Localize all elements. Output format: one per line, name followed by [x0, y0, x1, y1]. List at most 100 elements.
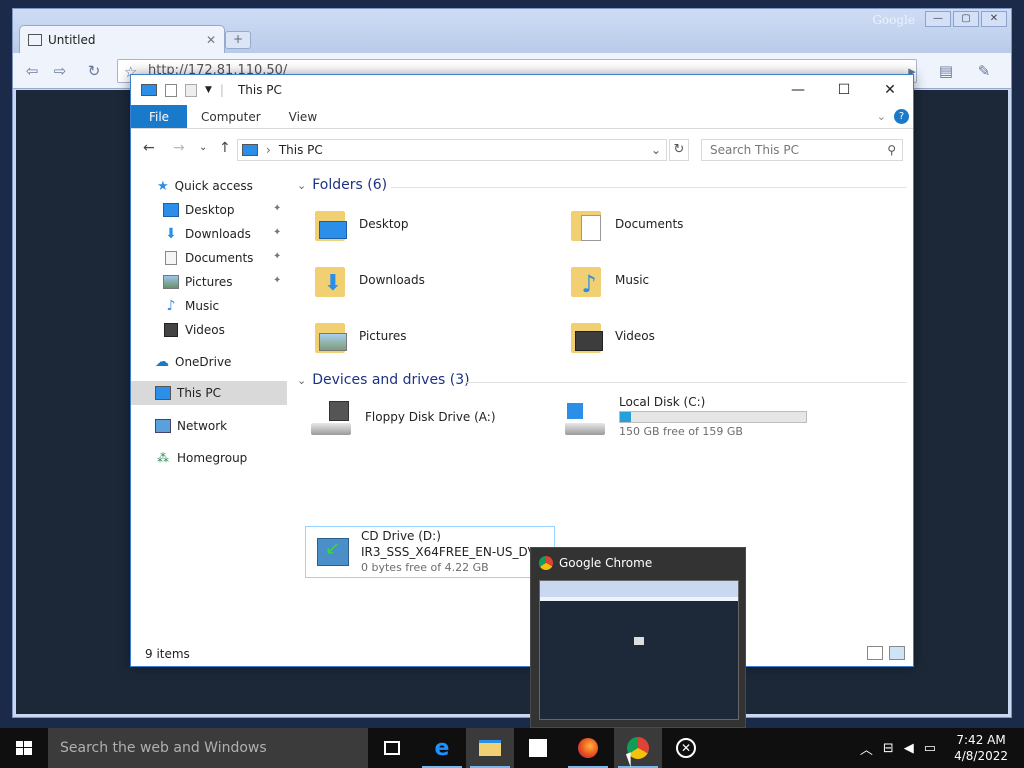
- breadcrumb-chevron-icon[interactable]: ›: [266, 143, 271, 157]
- section-divider: [391, 187, 907, 188]
- reload-icon[interactable]: ↻: [83, 61, 105, 81]
- folder-icon: ♪: [571, 263, 605, 297]
- properties-icon[interactable]: [165, 83, 177, 97]
- search-icon[interactable]: ⚲: [887, 140, 896, 160]
- taskbar-thumbnail[interactable]: Google Chrome: [530, 547, 746, 728]
- minimize-icon[interactable]: —: [925, 11, 951, 27]
- folder-videos[interactable]: Videos: [571, 319, 655, 353]
- tab-view[interactable]: View: [275, 105, 331, 128]
- folder-pictures[interactable]: Pictures: [315, 319, 407, 353]
- sidebar-item-label: Pictures: [185, 275, 233, 289]
- expand-ribbon-icon[interactable]: ⌄: [877, 110, 886, 123]
- show-hidden-icons-icon[interactable]: ︿: [860, 739, 873, 758]
- folder-label: Pictures: [359, 329, 407, 343]
- thumbnail-preview[interactable]: [539, 580, 739, 720]
- sidebar-item-desktop[interactable]: Desktop: [163, 199, 235, 221]
- sidebar-item-homegroup[interactable]: ⁂ Homegroup: [155, 447, 247, 469]
- forward-icon[interactable]: ⇨: [49, 61, 71, 81]
- sidebar-item-this-pc[interactable]: This PC: [155, 382, 221, 404]
- folder-music[interactable]: ♪ Music: [571, 263, 649, 297]
- close-icon[interactable]: ✕: [981, 11, 1007, 27]
- new-folder-icon[interactable]: [185, 83, 197, 97]
- recent-locations-icon[interactable]: ⌄: [199, 142, 207, 153]
- folder-icon: [315, 319, 349, 353]
- address-field[interactable]: › This PC ⌄: [237, 139, 667, 161]
- clock-date: 4/8/2022: [954, 749, 1008, 763]
- store-button[interactable]: [514, 728, 562, 768]
- refresh-icon[interactable]: ↻: [669, 139, 689, 161]
- tab-computer[interactable]: Computer: [187, 105, 275, 128]
- clock[interactable]: 7:42 AM 4/8/2022: [954, 732, 1008, 764]
- xbox-button[interactable]: ✕: [662, 728, 710, 768]
- sidebar-item-quick-access[interactable]: ★ Quick access: [157, 175, 253, 197]
- page-icon: [28, 33, 42, 46]
- chrome-titlebar: Untitled ✕ + Google — ▢ ✕: [13, 9, 1011, 53]
- firefox-button[interactable]: [564, 728, 612, 768]
- new-tab-button[interactable]: +: [225, 31, 251, 49]
- chevron-down-icon[interactable]: ⌄: [297, 179, 306, 192]
- file-explorer-button[interactable]: [466, 728, 514, 768]
- chevron-down-icon[interactable]: ⌄: [297, 374, 306, 387]
- firefox-icon: [578, 738, 598, 758]
- help-icon[interactable]: ?: [894, 109, 909, 124]
- clock-time: 7:42 AM: [956, 733, 1006, 747]
- edge-button[interactable]: e: [418, 728, 466, 768]
- drive-floppy[interactable]: Floppy Disk Drive (A:): [309, 397, 496, 437]
- folder-documents[interactable]: Documents: [571, 207, 683, 241]
- large-icons-view-icon[interactable]: [889, 646, 905, 660]
- drive-local-disk[interactable]: Local Disk (C:) 150 GB free of 159 GB: [563, 395, 807, 438]
- navigation-pane: ★ Quick access Desktop ✦ ⬇ Downloads ✦ D…: [131, 169, 287, 639]
- computer-icon: [242, 144, 258, 156]
- drive-cd[interactable]: ↙ CD Drive (D:) IR3_SSS_X64FREE_EN-US_DV…: [315, 529, 543, 574]
- up-icon[interactable]: ↑: [219, 140, 231, 156]
- network-icon: [155, 419, 171, 433]
- qat-dropdown-icon[interactable]: ▼: [205, 85, 212, 95]
- back-icon[interactable]: ⇦: [21, 61, 43, 81]
- minimize-icon[interactable]: —: [775, 75, 821, 105]
- chrome-icon: [539, 556, 553, 570]
- folder-downloads[interactable]: ⬇ Downloads: [315, 263, 425, 297]
- sidebar-item-music[interactable]: ♪ Music: [163, 295, 220, 317]
- thumbnail-title: Google Chrome: [559, 556, 653, 570]
- sidebar-item-videos[interactable]: Videos: [163, 319, 225, 341]
- page-menu-icon[interactable]: ▤: [935, 61, 957, 81]
- sidebar-item-network[interactable]: Network: [155, 415, 227, 437]
- sidebar-item-pictures[interactable]: Pictures: [163, 271, 233, 293]
- pin-icon[interactable]: ✦: [273, 275, 281, 286]
- back-icon[interactable]: ←: [143, 140, 155, 156]
- document-icon: [165, 251, 177, 265]
- search-input[interactable]: Search This PC ⚲: [701, 139, 903, 161]
- sidebar-item-documents[interactable]: Documents: [163, 247, 253, 269]
- details-view-icon[interactable]: [867, 646, 883, 660]
- breadcrumb[interactable]: This PC: [279, 143, 323, 157]
- maximize-icon[interactable]: ☐: [821, 75, 867, 105]
- forward-icon[interactable]: →: [173, 140, 185, 156]
- start-button[interactable]: [0, 728, 48, 768]
- pin-icon[interactable]: ✦: [273, 227, 281, 238]
- navigation-bar: ← → ⌄ ↑ › This PC ⌄ ↻ Search This PC ⚲: [131, 129, 913, 167]
- folders-section-header[interactable]: ⌄ Folders (6): [297, 177, 387, 193]
- tab-file[interactable]: File: [131, 105, 187, 128]
- pin-icon[interactable]: ✦: [273, 203, 281, 214]
- wrench-icon[interactable]: ✎: [973, 61, 995, 81]
- volume-muted-icon[interactable]: ◀: [904, 741, 914, 756]
- devices-section-header[interactable]: ⌄ Devices and drives (3): [297, 372, 470, 388]
- sidebar-item-downloads[interactable]: ⬇ Downloads: [163, 223, 251, 245]
- network-icon[interactable]: ⊟: [883, 741, 894, 756]
- sidebar-item-label: Quick access: [174, 179, 253, 193]
- title-separator: |: [219, 83, 224, 97]
- folder-label: Desktop: [359, 217, 409, 231]
- explorer-window: ▼ | This PC — ☐ ✕ File Computer View ⌄ ?…: [130, 74, 914, 667]
- sidebar-item-label: Homegroup: [177, 451, 248, 465]
- sidebar-item-onedrive[interactable]: ☁ OneDrive: [155, 351, 231, 373]
- close-icon[interactable]: ✕: [867, 75, 913, 105]
- taskbar-search-input[interactable]: Search the web and Windows: [48, 728, 368, 768]
- task-view-button[interactable]: [368, 728, 416, 768]
- maximize-icon[interactable]: ▢: [953, 11, 979, 27]
- close-tab-icon[interactable]: ✕: [206, 33, 216, 47]
- action-center-icon[interactable]: ▭: [924, 741, 936, 756]
- address-dropdown-icon[interactable]: ⌄: [646, 143, 666, 157]
- folder-desktop[interactable]: Desktop: [315, 207, 409, 241]
- pin-icon[interactable]: ✦: [273, 251, 281, 262]
- chrome-tab[interactable]: Untitled ✕: [19, 25, 225, 53]
